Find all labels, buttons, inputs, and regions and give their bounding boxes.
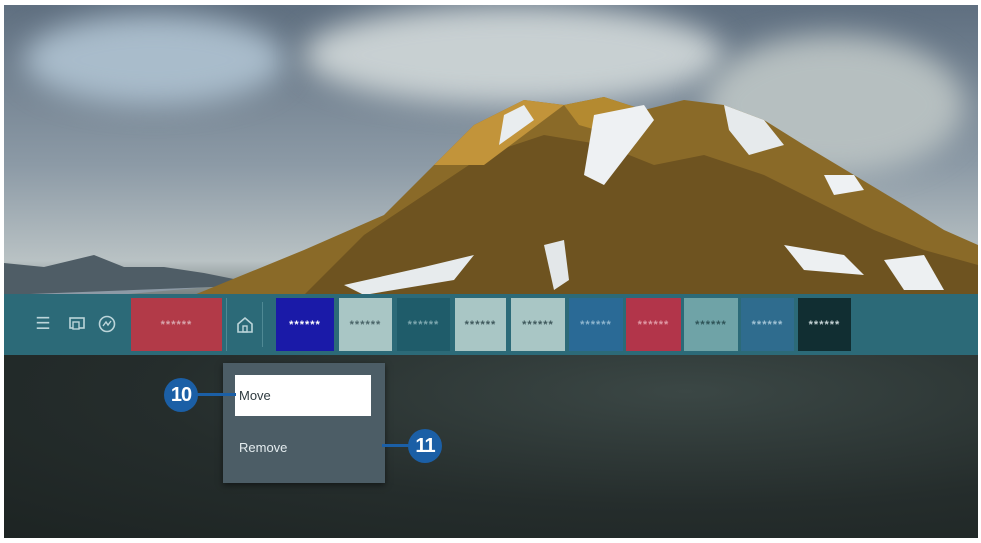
divider xyxy=(262,302,263,347)
ground-background xyxy=(4,355,978,538)
tv-screen: ☰ ****** ****** ****** ****** ****** ***… xyxy=(4,5,978,538)
callout-10: 10 xyxy=(164,378,198,412)
move-menu-item[interactable]: Move xyxy=(235,375,371,416)
tile-context-menu: Move Remove xyxy=(223,363,385,483)
app-tile[interactable]: ****** xyxy=(276,298,334,351)
callout-11: 11 xyxy=(408,429,442,463)
app-tile[interactable]: ****** xyxy=(397,298,450,351)
remove-menu-item[interactable]: Remove xyxy=(235,427,371,468)
app-tile[interactable]: ****** xyxy=(131,298,222,351)
app-tile[interactable]: ****** xyxy=(626,298,681,351)
sources-icon[interactable] xyxy=(66,313,88,335)
ambient-icon[interactable] xyxy=(96,313,118,335)
app-tile[interactable]: ****** xyxy=(569,298,623,351)
menu-icon[interactable]: ☰ xyxy=(32,313,54,335)
smart-hub-menu-bar: ☰ ****** ****** ****** ****** ****** ***… xyxy=(4,294,978,355)
app-tile[interactable]: ****** xyxy=(684,298,738,351)
home-icon[interactable] xyxy=(226,298,263,351)
app-tile[interactable]: ****** xyxy=(339,298,392,351)
mountain-background xyxy=(4,97,978,305)
app-tile[interactable]: ****** xyxy=(741,298,794,351)
app-tile[interactable]: ****** xyxy=(798,298,851,351)
callout-line xyxy=(196,393,236,396)
app-tile[interactable]: ****** xyxy=(455,298,506,351)
callout-line xyxy=(382,444,410,447)
app-tile[interactable]: ****** xyxy=(511,298,565,351)
